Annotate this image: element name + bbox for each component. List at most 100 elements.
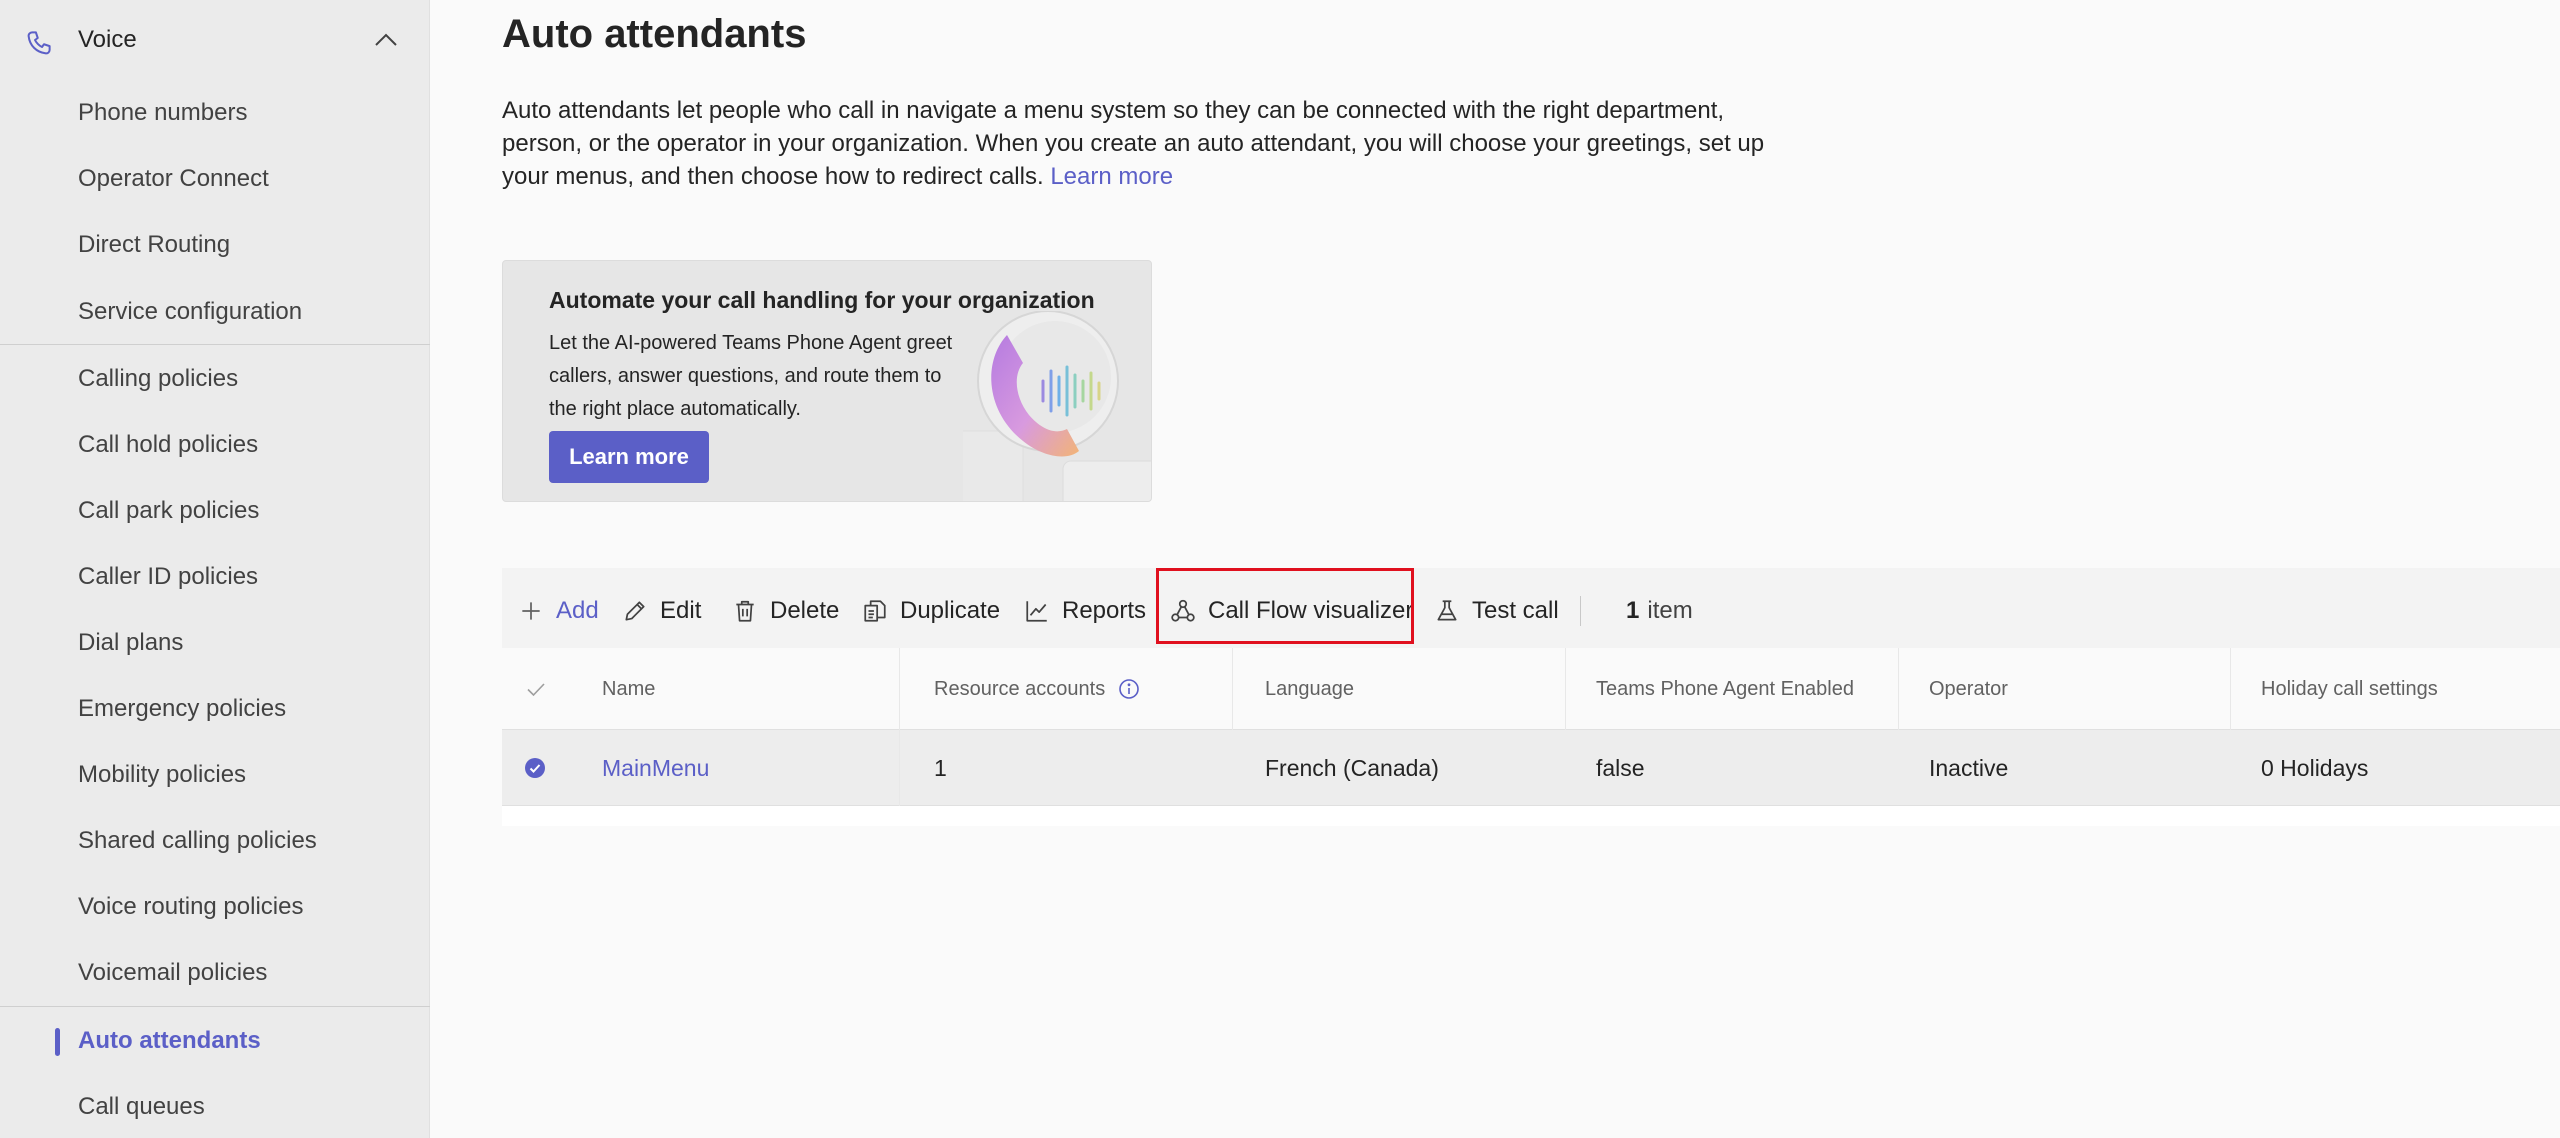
sidebar-item-call-park-policies[interactable]: Call park policies [0,478,430,544]
learn-more-link[interactable]: Learn more [1050,163,1173,190]
table-footer [502,806,2560,826]
sidebar-item-phone-numbers[interactable]: Phone numbers [0,80,430,146]
column-divider [2230,648,2231,730]
row-name-link[interactable]: MainMenu [602,730,709,806]
reports-button[interactable]: Reports [1024,568,1146,654]
sidebar-item-call-hold-policies[interactable]: Call hold policies [0,412,430,478]
sidebar-item-label: Calling policies [78,365,239,392]
sidebar-item-calling-policies[interactable]: Calling policies [0,346,430,412]
column-divider [1565,648,1566,730]
sidebar-item-mobility-policies[interactable]: Mobility policies [0,742,430,808]
column-header-name[interactable]: Name [602,648,655,730]
phone-agent-illustration-icon [963,311,1151,501]
sidebar-item-caller-id-policies[interactable]: Caller ID policies [0,544,430,610]
sidebar-group-label: Voice [78,26,137,53]
promo-body: Let the AI-powered Teams Phone Agent gre… [549,332,953,420]
duplicate-button[interactable]: Duplicate [862,568,1000,654]
active-indicator [55,1028,60,1056]
column-header-operator[interactable]: Operator [1929,648,2008,730]
sidebar-item-label: Shared calling policies [78,827,317,854]
sidebar-item-direct-routing[interactable]: Direct Routing [0,212,430,278]
edit-label: Edit [660,597,702,624]
table-header: Name Resource accounts Language Teams Ph… [502,648,2560,730]
toolbar: Add Edit Delete Duplicate Reports Call F… [502,568,2560,654]
sidebar-item-label: Direct Routing [78,231,231,258]
promo-learn-more-button[interactable]: Learn more [549,431,709,483]
sidebar-divider [0,1006,430,1007]
sidebar-divider [0,344,430,345]
sidebar-item-label: Call park policies [78,497,260,524]
column-header-agent-enabled[interactable]: Teams Phone Agent Enabled [1596,648,1854,730]
sidebar-item-shared-calling-policies[interactable]: Shared calling policies [0,808,430,874]
sidebar-item-operator-connect[interactable]: Operator Connect [0,146,430,212]
test-call-button[interactable]: Test call [1434,568,1559,654]
row-operator: Inactive [1929,754,2009,781]
column-divider [899,648,900,730]
row-resource-accounts: 1 [934,754,947,781]
row-agent-enabled: false [1596,754,1645,781]
sidebar-item-voice-routing-policies[interactable]: Voice routing policies [0,874,430,940]
auto-attendants-table: Name Resource accounts Language Teams Ph… [502,648,2560,826]
row-holiday: 0 Holidays [2261,754,2369,781]
sidebar-item-label: Call queues [78,1093,205,1120]
column-divider [1232,648,1233,730]
beaker-icon [1437,600,1457,621]
delete-label: Delete [770,597,840,624]
item-count-number: 1 [1626,597,1640,624]
copy-icon [864,600,886,622]
column-header-language[interactable]: Language [1265,648,1354,730]
toolbar-separator [1580,596,1581,626]
add-label: Add [556,597,599,624]
table-row[interactable]: MainMenu 1 French (Canada) false Inactiv… [502,730,2560,806]
row-language: French (Canada) [1265,754,1439,781]
row-checkbox[interactable] [524,730,546,806]
pencil-icon [625,601,645,621]
sidebar-item-label: Voice routing policies [78,893,304,920]
sidebar-item-call-queues[interactable]: Call queues [0,1074,430,1138]
sidebar-item-label: Mobility policies [78,761,247,788]
checkmark-icon [527,683,545,697]
sidebar-group-voice[interactable]: Voice [0,7,430,73]
sidebar-item-service-configuration[interactable]: Service configuration [0,279,430,345]
delete-button[interactable]: Delete [732,568,839,654]
sidebar-item-label: Emergency policies [78,695,287,722]
sidebar-item-label: Auto attendants [78,1027,261,1054]
sidebar-item-voicemail-policies[interactable]: Voicemail policies [0,940,430,1006]
column-divider [1898,648,1899,730]
edit-button[interactable]: Edit [622,568,701,654]
page-description: Auto attendants let people who call in n… [502,94,1802,193]
sidebar-item-label: Phone numbers [78,99,248,126]
column-header-resource-accounts[interactable]: Resource accounts [934,648,1141,730]
sidebar-item-label: Dial plans [78,629,184,656]
item-count: 1 item [1626,568,1693,654]
call-flow-visualizer-highlight [1156,568,1414,644]
phone-icon [27,31,51,55]
sidebar-item-label: Call hold policies [78,431,259,458]
column-header-label: Resource accounts [934,677,1106,700]
sidebar-item-dial-plans[interactable]: Dial plans [0,610,430,676]
chevron-up-icon[interactable] [374,33,398,47]
plus-icon [522,602,540,620]
sidebar-item-label: Caller ID policies [78,563,259,590]
promo-card: Automate your call handling for your org… [502,260,1152,502]
trash-icon [736,600,754,622]
sidebar: Voice Phone numbers Operator Connect Dir… [0,0,430,1138]
sidebar-item-label: Operator Connect [78,165,269,192]
sidebar-item-emergency-policies[interactable]: Emergency policies [0,676,430,742]
sidebar-item-label: Service configuration [78,298,303,325]
info-icon[interactable] [1117,677,1141,701]
line-chart-icon [1026,601,1047,622]
checked-circle-icon [525,758,545,778]
item-count-label: item [1647,597,1693,624]
sidebar-item-auto-attendants[interactable]: Auto attendants [0,1008,430,1074]
page-title: Auto attendants [502,12,807,56]
select-all-checkbox[interactable] [524,648,548,730]
duplicate-label: Duplicate [900,597,1001,624]
add-button[interactable]: Add [518,568,599,654]
test-call-label: Test call [1472,597,1559,624]
column-header-holiday[interactable]: Holiday call settings [2261,648,2438,730]
sidebar-item-label: Voicemail policies [78,959,268,986]
reports-label: Reports [1062,597,1147,624]
column-divider [899,730,900,806]
promo-title: Automate your call handling for your org… [549,287,1095,313]
